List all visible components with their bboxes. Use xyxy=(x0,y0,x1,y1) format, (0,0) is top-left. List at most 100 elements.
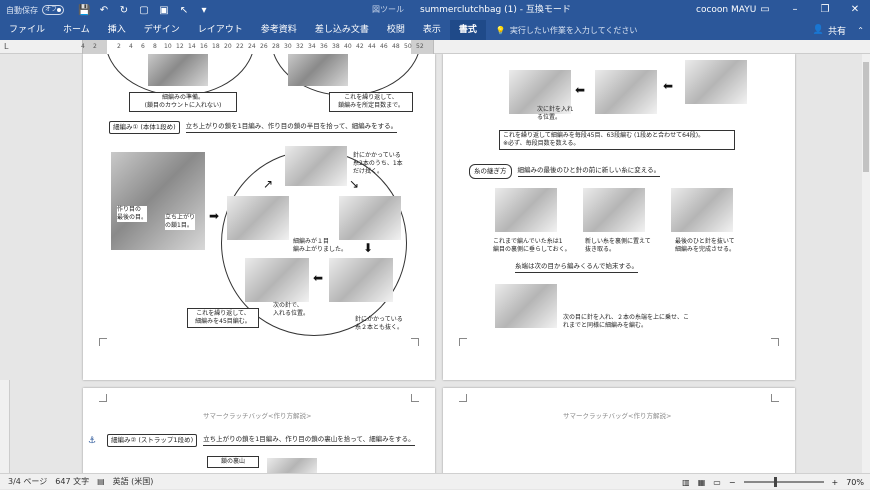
ruler-tick: 50 xyxy=(404,43,412,50)
tab-format[interactable]: 書式 xyxy=(449,20,486,40)
step-photo[interactable] xyxy=(595,70,657,114)
zoom-level[interactable]: 70% xyxy=(846,478,864,487)
crochet-photo[interactable] xyxy=(148,54,208,86)
web-layout-icon[interactable]: ▭ xyxy=(713,478,721,487)
autosave-state[interactable]: オフ xyxy=(42,5,64,15)
ruler-tick: 26 xyxy=(260,43,268,50)
tab-mailings[interactable]: 差し込み文書 xyxy=(306,20,378,40)
document-workspace[interactable]: 細編みの準備。 (鎖目のカウントに入れない) これを繰り返して、 鎖編みを所定目… xyxy=(0,54,862,473)
ruler-tick: 42 xyxy=(356,43,364,50)
vertical-ruler[interactable] xyxy=(0,380,10,473)
join-photo-1[interactable] xyxy=(495,188,557,232)
label-one-done: 細編みが１目 編み上がりました。 xyxy=(293,238,348,253)
label-join-c: 最後のひと針を抜いて 細編みを完成させる。 xyxy=(675,238,736,253)
zoom-slider[interactable] xyxy=(743,477,824,487)
ruler-tick: 16 xyxy=(200,43,208,50)
tab-references[interactable]: 参考資料 xyxy=(252,20,306,40)
page-4-left[interactable]: サマークラッチバッグ<作り方解説> 細編み② (ストラップ1段め) 立ち上がりの… xyxy=(83,388,435,473)
tab-selector-icon[interactable]: L xyxy=(4,42,8,51)
crochet-photo[interactable] xyxy=(267,458,317,473)
caption-45-stitches: これを繰り返して、 細編みを45目編む。 xyxy=(187,308,259,328)
title-bar: 自動保存 オフ 💾 ↶ ↻ ▢ ▣ ↖ ▾ 図ツール summerclutchb… xyxy=(0,0,870,20)
ruler-tick: 4 xyxy=(129,43,133,50)
ruler-tick: 40 xyxy=(344,43,352,50)
user-name[interactable]: cocoon MAYU xyxy=(696,0,756,20)
heading-text: 立ち上がりの鎖を1目編み、作り目の鎖の裏山を拾って、細編みをする。 xyxy=(203,435,415,446)
arrow-left-icon: ⬅ xyxy=(663,79,674,93)
language[interactable]: 英語 (米国) xyxy=(113,476,154,487)
word-count[interactable]: 647 文字 xyxy=(55,476,89,487)
print-preview-icon[interactable]: ▢ xyxy=(138,5,150,16)
ruler-scale[interactable]: 4 2 2 4 6 8 10 12 14 16 18 20 22 24 26 2… xyxy=(81,40,434,54)
image-icon[interactable]: ▣ xyxy=(158,5,170,16)
undo-icon[interactable]: ↶ xyxy=(98,5,110,16)
crop-mark xyxy=(99,338,107,346)
anchor-icon[interactable]: ⚓ xyxy=(88,436,96,446)
page-3-left[interactable]: 細編みの準備。 (鎖目のカウントに入れない) これを繰り返して、 鎖編みを所定目… xyxy=(83,54,435,380)
tell-me-placeholder: 実行したい作業を入力してください xyxy=(509,25,638,35)
join-heading: 糸の継ぎ方 細編みの最後のひと針の前に新しい糸に変える。 xyxy=(469,164,661,179)
crochet-photo[interactable] xyxy=(288,54,348,86)
step-photo-3[interactable] xyxy=(339,196,401,240)
window-controls: ▭ – ❐ ✕ xyxy=(750,0,870,20)
page-header: サマークラッチバッグ<作り方解説> xyxy=(203,412,312,420)
crochet-photo-main[interactable] xyxy=(111,152,205,250)
scrollbar-thumb[interactable] xyxy=(863,62,869,172)
crop-mark xyxy=(411,338,419,346)
vertical-scrollbar[interactable] xyxy=(862,54,870,473)
customize-qat-icon[interactable]: ▾ xyxy=(198,5,210,16)
ruler-tick: 44 xyxy=(368,43,376,50)
arrow-curve-icon: ↗ xyxy=(263,177,274,191)
join-photo-2[interactable] xyxy=(583,188,645,232)
ruler-tick: 4 xyxy=(81,43,85,50)
tab-view[interactable]: 表示 xyxy=(414,20,450,40)
quick-access-toolbar: 💾 ↶ ↻ ▢ ▣ ↖ ▾ xyxy=(78,5,210,16)
autosave-toggle[interactable]: 自動保存 オフ xyxy=(6,5,64,16)
step-photo-4[interactable] xyxy=(245,258,309,302)
page-count[interactable]: 3/4 ページ xyxy=(8,476,47,487)
context-tab-label: 図ツール xyxy=(372,5,404,14)
tab-insert[interactable]: 挿入 xyxy=(99,20,135,40)
step-photo-2[interactable] xyxy=(227,196,289,240)
join-photo-4[interactable] xyxy=(495,284,557,328)
tab-review[interactable]: 校閲 xyxy=(378,20,414,40)
zoom-in-icon[interactable]: + xyxy=(832,478,839,487)
tab-home[interactable]: ホーム xyxy=(54,20,99,40)
ruler-tick: 28 xyxy=(272,43,280,50)
ruler-tick: 52 xyxy=(416,43,424,50)
tab-file[interactable]: ファイル xyxy=(0,20,54,40)
pointer-icon[interactable]: ↖ xyxy=(178,5,190,16)
read-mode-icon[interactable]: ▥ xyxy=(682,478,690,487)
label-next-position: 次の針で、 入れる位置。 xyxy=(273,302,310,317)
step-photo-5[interactable] xyxy=(329,258,393,302)
tab-layout[interactable]: レイアウト xyxy=(189,20,252,40)
join-photo-3[interactable] xyxy=(671,188,733,232)
tab-design[interactable]: デザイン xyxy=(135,20,189,40)
label-hook-top: 針にかかっている 糸2本のうち、1本 だけ拭く。 xyxy=(353,152,403,175)
close-icon[interactable]: ✕ xyxy=(840,0,870,20)
step-photo-1[interactable] xyxy=(285,146,347,186)
arrow-right-icon: ➡ xyxy=(209,209,220,223)
zoom-out-icon[interactable]: − xyxy=(729,478,736,487)
proofing-icon[interactable]: ▤ xyxy=(97,477,105,486)
collapse-ribbon-icon[interactable]: ⌃ xyxy=(857,26,864,35)
caption-repeat: これを繰り返して、 鎖編みを所定目数まで。 xyxy=(329,92,413,112)
arrow-down-icon: ⬇ xyxy=(363,241,374,255)
ruler-tick: 2 xyxy=(117,43,121,50)
minimize-icon[interactable]: – xyxy=(780,0,810,20)
label-start-stitch: 作り目の 最後の目。 xyxy=(117,206,148,222)
document-title: summerclutchbag (1) - 互換モード xyxy=(420,5,571,15)
restore-icon[interactable]: ❐ xyxy=(810,0,840,20)
share-button[interactable]: 👤 共有 xyxy=(813,24,846,37)
page-3-right[interactable]: ⬅ ⬅ 次に針を入れ る位置。 これを繰り返して細編みを毎段45目、63段編む … xyxy=(443,54,795,380)
print-layout-icon[interactable]: ▦ xyxy=(698,478,706,487)
page-4-right[interactable]: サマークラッチバッグ<作り方解説> xyxy=(443,388,795,473)
horizontal-ruler[interactable]: L 4 2 2 4 6 8 10 12 14 16 18 20 22 24 26… xyxy=(0,40,870,54)
ruler-tick: 6 xyxy=(141,43,145,50)
tell-me-box[interactable]: 💡 実行したい作業を入力してください xyxy=(496,25,638,36)
step-photo[interactable] xyxy=(685,60,747,104)
ribbon-display-icon[interactable]: ▭ xyxy=(750,0,780,20)
crop-mark xyxy=(99,394,107,402)
save-icon[interactable]: 💾 xyxy=(78,5,90,16)
redo-icon[interactable]: ↻ xyxy=(118,5,130,16)
